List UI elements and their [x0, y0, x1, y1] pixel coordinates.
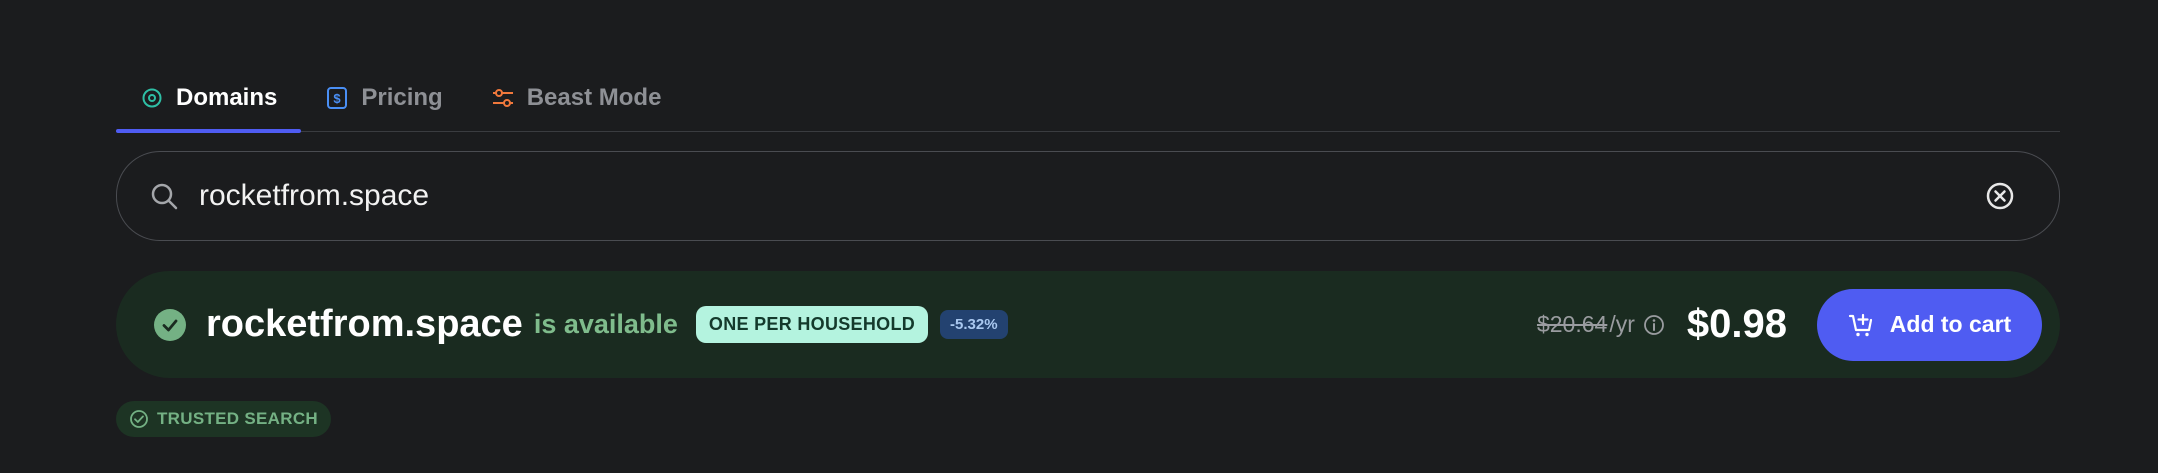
add-to-cart-label: Add to cart	[1889, 311, 2012, 337]
info-icon[interactable]	[1643, 314, 1665, 336]
per-year-label: /yr	[1609, 311, 1635, 337]
tab-domains[interactable]: Domains	[116, 64, 302, 133]
original-price: $20.64	[1536, 311, 1608, 337]
add-to-cart-button[interactable]: Add to cart	[1817, 288, 2042, 361]
sliders-icon	[491, 86, 515, 110]
search-icon	[151, 183, 178, 210]
tab-pricing[interactable]: $ Pricing	[301, 64, 466, 131]
target-icon	[140, 86, 164, 110]
check-circle-icon	[130, 410, 148, 428]
tab-pricing-label: Pricing	[361, 83, 443, 111]
discount-badge: -5.32%	[940, 310, 1008, 339]
tab-bar: Domains $ Pricing Beast Mode	[116, 64, 2060, 133]
domain-result-card: rocketfrom.space is available ONE PER HO…	[116, 271, 2060, 378]
sale-price: $0.98	[1686, 302, 1787, 346]
availability-status: is available	[533, 309, 678, 339]
tab-beast-mode[interactable]: Beast Mode	[467, 64, 686, 131]
tab-beast-mode-label: Beast Mode	[526, 83, 662, 111]
search-input[interactable]	[197, 178, 1985, 214]
domain-name: rocketfrom.space	[206, 303, 523, 345]
dollar-tag-icon: $	[325, 86, 349, 110]
tab-domains-label: Domains	[176, 83, 278, 111]
trusted-search-badge: TRUSTED SEARCH	[116, 401, 331, 437]
cart-plus-icon	[1848, 313, 1872, 336]
household-badge: ONE PER HOUSEHOLD	[695, 306, 929, 343]
clear-icon[interactable]	[1985, 181, 2015, 211]
trusted-search-label: TRUSTED SEARCH	[157, 409, 318, 428]
available-check-icon	[154, 308, 186, 341]
svg-text:$: $	[334, 91, 342, 106]
search-bar	[116, 151, 2060, 241]
